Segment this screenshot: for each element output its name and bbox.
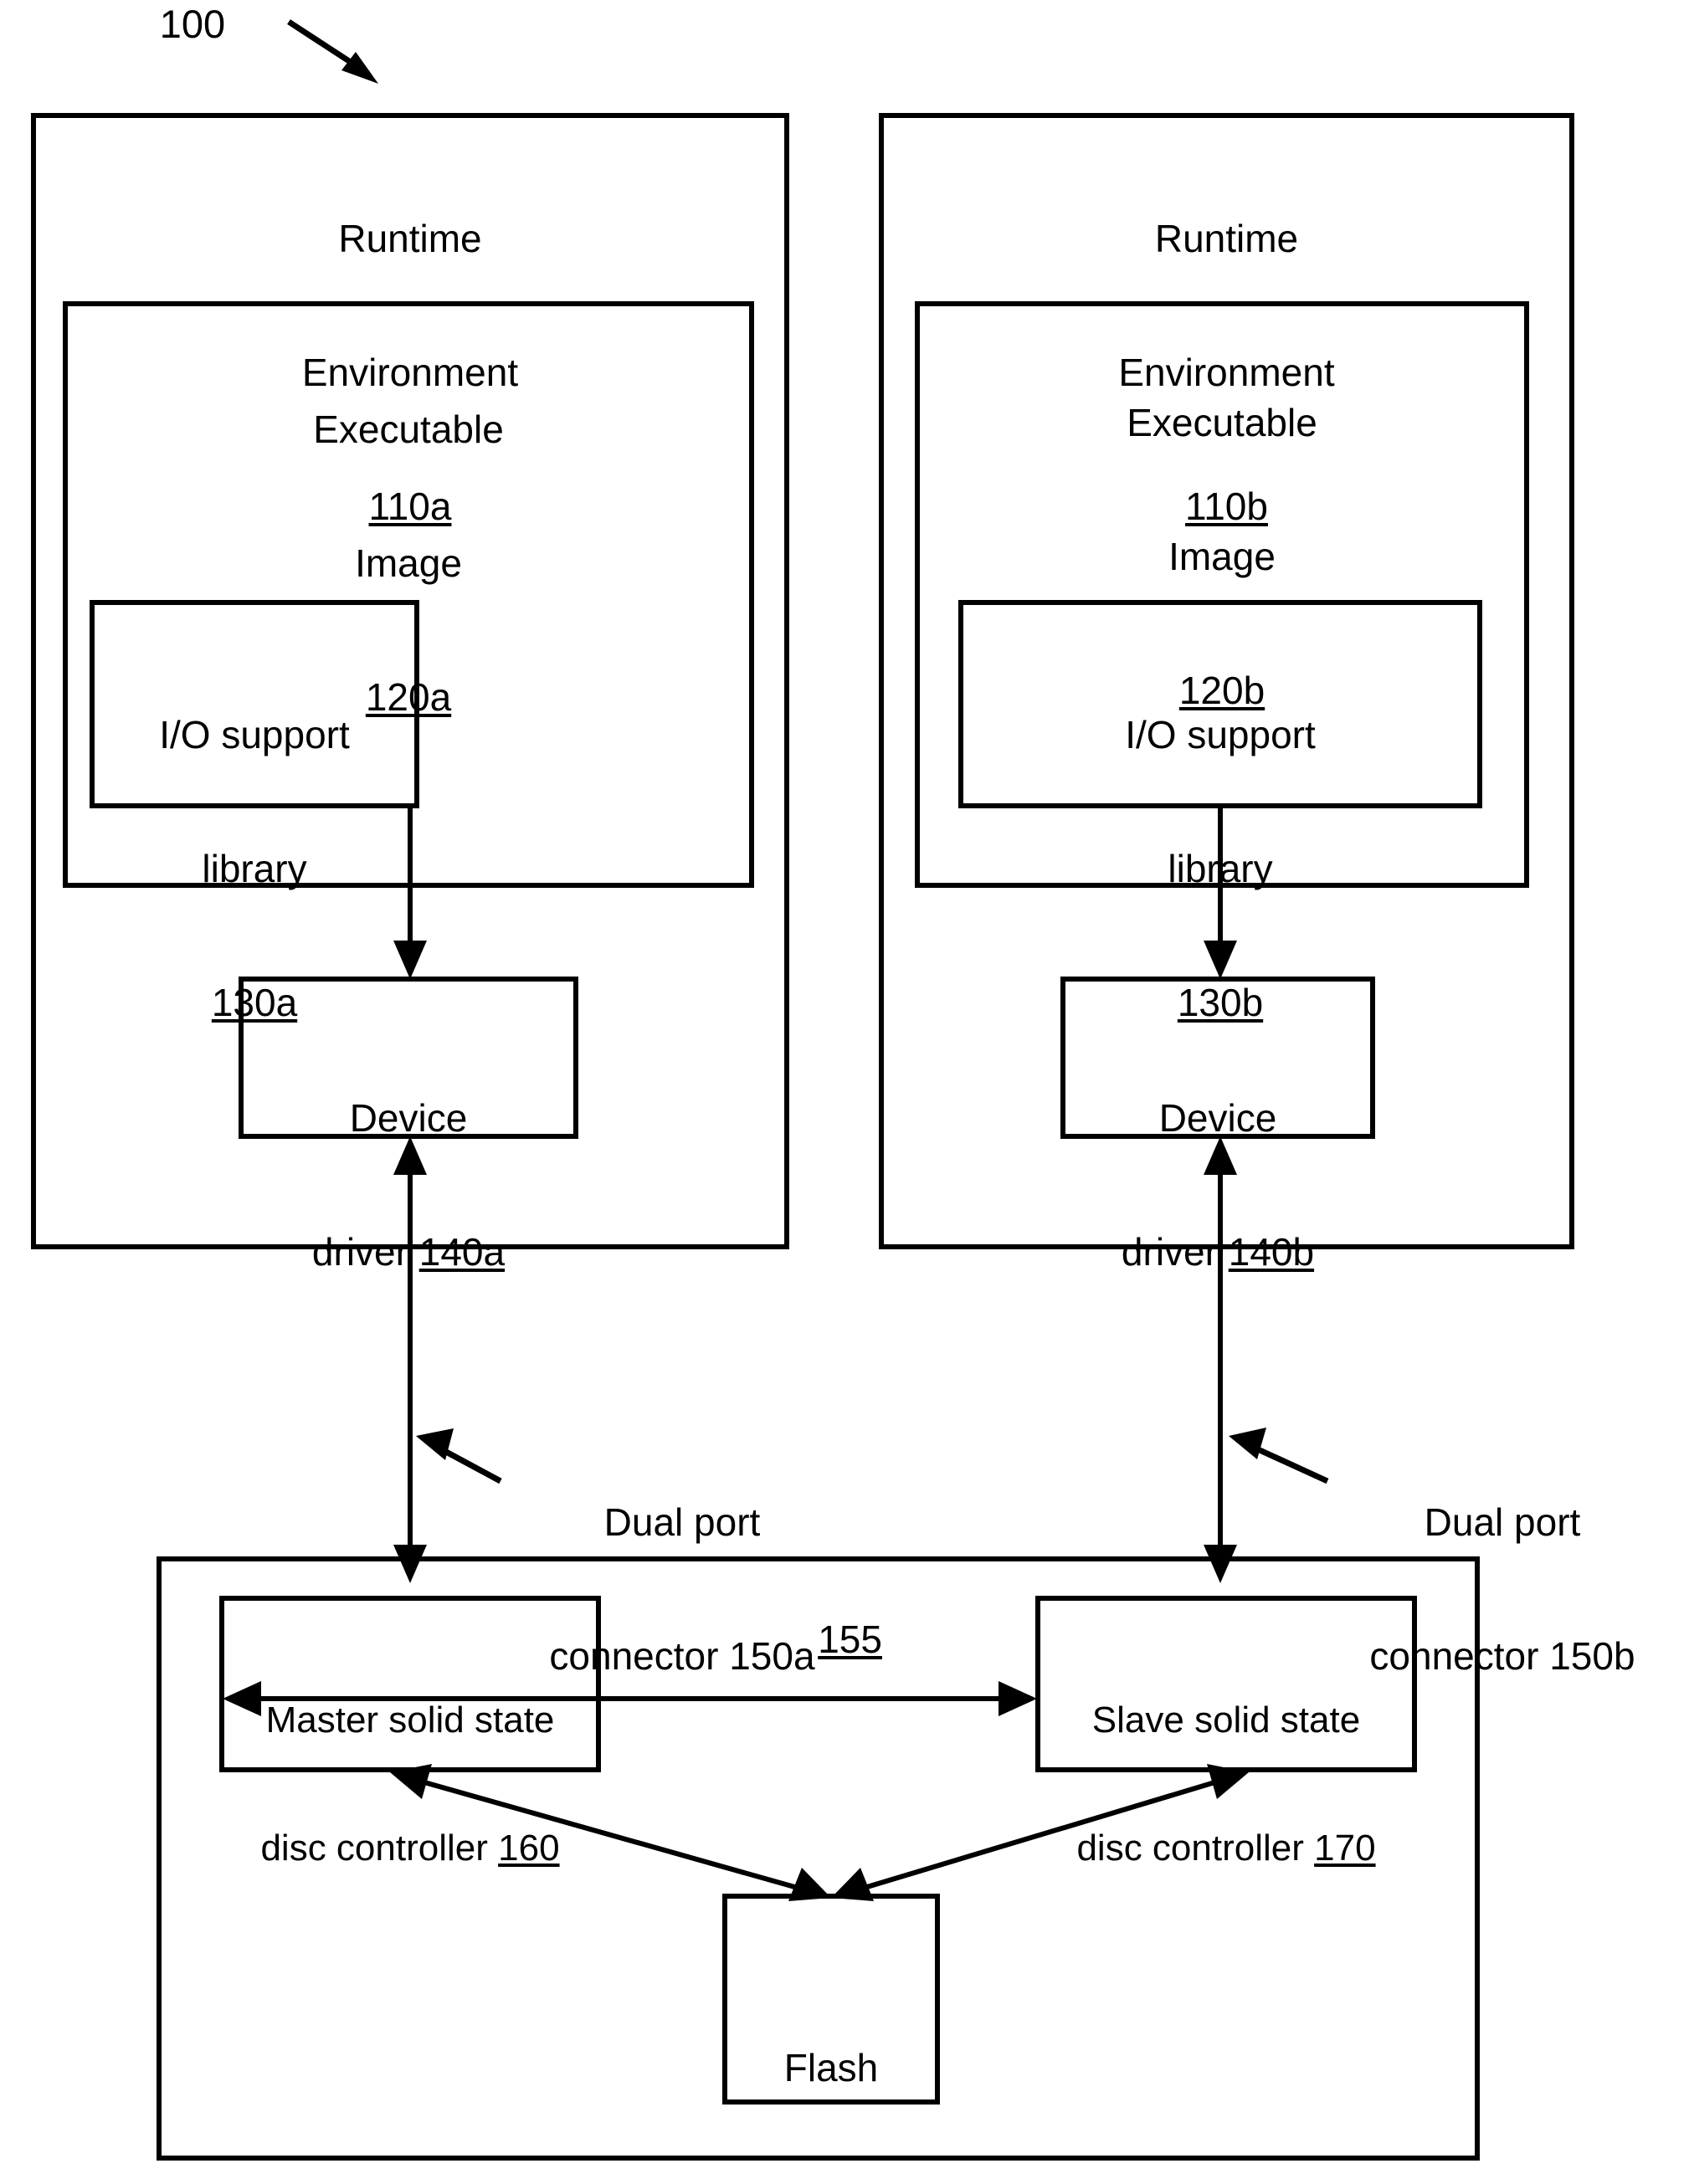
device-driver-a-ref: 140a xyxy=(418,1229,506,1274)
io-support-library-a-title-line1: I/O support xyxy=(159,712,350,756)
io-support-library-a-title-line2: library xyxy=(202,846,307,890)
device-driver-a-label: Device driver 140a xyxy=(241,1007,576,1364)
slave-controller-line2: disc controller xyxy=(1076,1828,1315,1869)
device-driver-b-title-line2: driver xyxy=(1121,1229,1229,1274)
patent-figure: 100 Runtime Environment 110a Executable … xyxy=(0,0,1689,2184)
flash-array-label: Flash array 180 xyxy=(708,1956,954,2184)
slave-controller-label: Slave solid state disc controller 170 xyxy=(1038,1613,1414,1955)
master-controller-line2: disc controller xyxy=(260,1828,499,1869)
device-driver-a-title-line2: driver xyxy=(311,1229,419,1274)
figure-reference-label: 100 xyxy=(159,2,226,46)
executable-image-a-title-line2: Image xyxy=(355,541,462,585)
figure-ref-lead-arrow xyxy=(287,19,378,84)
storage-device-ref-label: 155 xyxy=(728,1573,929,1707)
device-driver-b-ref: 140b xyxy=(1228,1229,1315,1274)
master-controller-line1: Master solid state xyxy=(265,1700,555,1741)
device-driver-b-label: Device driver 140b xyxy=(1063,1007,1373,1364)
dual-port-connector-b-ref: 150b xyxy=(1549,1633,1635,1678)
io-support-library-b-title-line1: I/O support xyxy=(1125,712,1316,756)
master-controller-ref: 160 xyxy=(498,1828,560,1869)
dual-port-connector-a-line1: Dual port xyxy=(603,1500,761,1544)
flash-array-ref: 180 xyxy=(848,2180,912,2184)
runtime-environment-a-title-line1: Runtime xyxy=(338,216,482,260)
master-controller-label: Master solid state disc controller 160 xyxy=(222,1613,598,1955)
executable-image-b-title-line2: Image xyxy=(1168,534,1276,578)
executable-image-a-title-line1: Executable xyxy=(313,407,504,451)
device-driver-b-title-line1: Device xyxy=(1158,1095,1277,1140)
storage-device-ref: 155 xyxy=(818,1617,882,1662)
io-support-library-b-title-line2: library xyxy=(1168,846,1273,890)
runtime-environment-b-title-line1: Runtime xyxy=(1154,216,1299,260)
device-driver-a-title-line1: Device xyxy=(349,1095,468,1140)
connector-b-lead-arrow xyxy=(1229,1428,1329,1484)
slave-controller-line1: Slave solid state xyxy=(1091,1700,1361,1741)
connector-a-lead-arrow xyxy=(416,1428,502,1484)
slave-controller-ref: 170 xyxy=(1314,1828,1376,1869)
flash-array-line2: array xyxy=(750,2180,849,2184)
dual-port-connector-b-line1: Dual port xyxy=(1424,1500,1581,1544)
flash-array-line1: Flash xyxy=(783,2045,879,2089)
executable-image-b-title-line1: Executable xyxy=(1127,400,1317,444)
